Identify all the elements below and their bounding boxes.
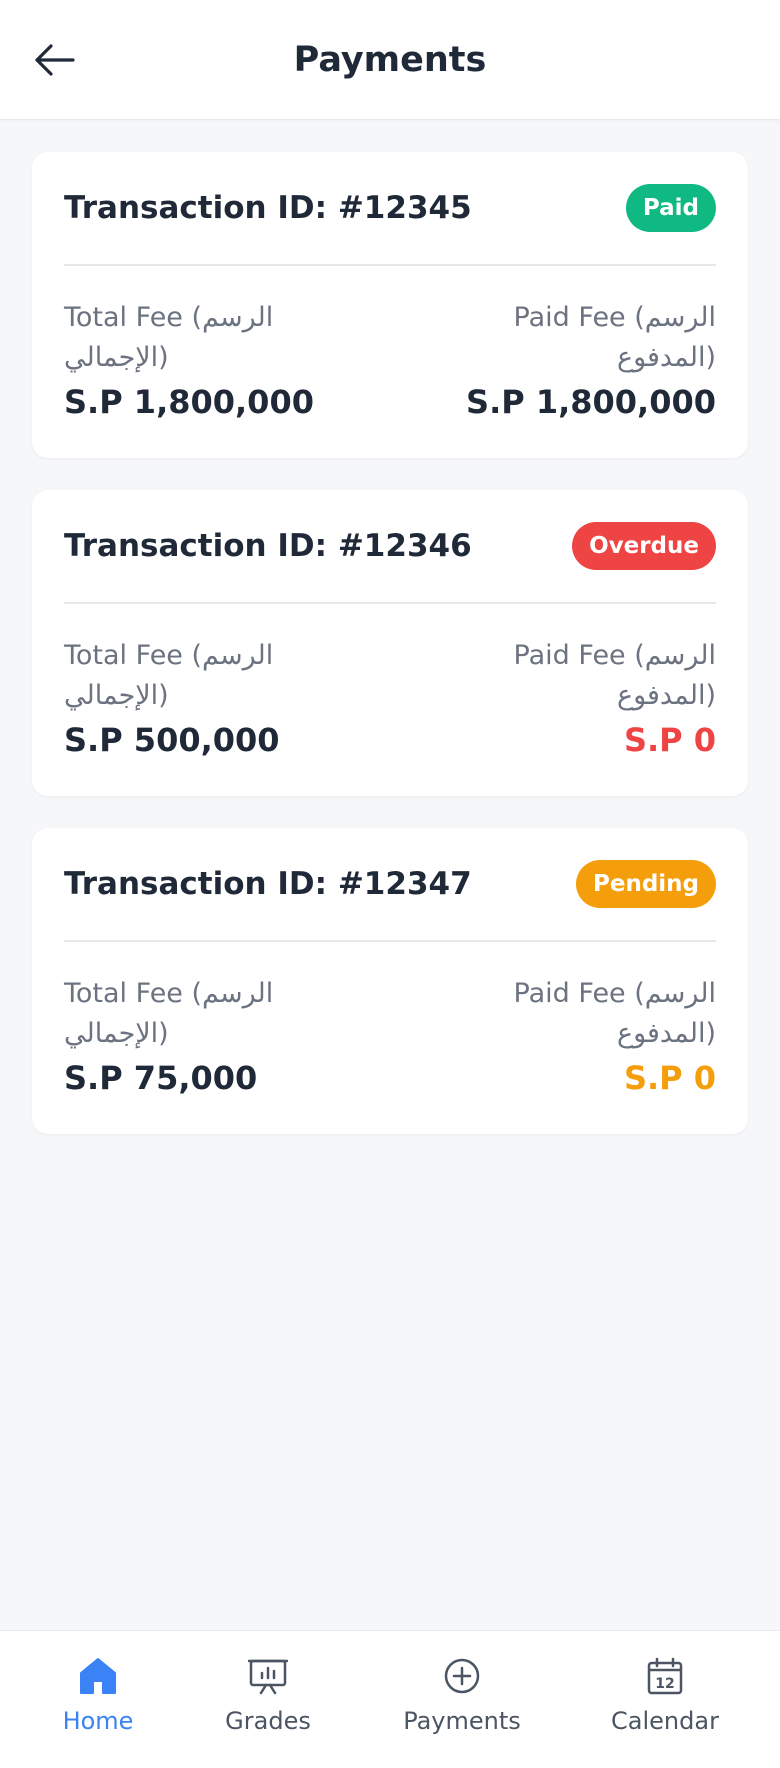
transaction-id: Transaction ID: #12345 — [64, 190, 472, 226]
transaction-card[interactable]: Transaction ID: #12345 Paid Total Fee (ا… — [32, 152, 748, 458]
paid-fee-amount: S.P 1,800,000 — [466, 383, 716, 421]
nav-item-home[interactable]: Home — [56, 1631, 140, 1768]
card-header: Transaction ID: #12345 Paid — [64, 184, 716, 232]
nav-item-payments[interactable]: Payments — [396, 1631, 528, 1768]
paid-fee: Paid Fee (الرسم المدفوع) S.P 0 — [416, 974, 716, 1100]
home-icon — [80, 1658, 116, 1694]
paid-fee-label: Paid Fee (الرسم المدفوع) — [513, 640, 716, 711]
card-header: Transaction ID: #12347 Pending — [64, 860, 716, 908]
paid-fee-label: Paid Fee (الرسم المدفوع) — [513, 302, 716, 373]
card-divider — [64, 602, 716, 604]
paid-fee-label: Paid Fee (الرسم المدفوع) — [513, 978, 716, 1049]
paid-fee-amount: S.P 0 — [623, 1059, 716, 1097]
total-fee: Total Fee (الرسم الإجمالي) S.P 1,800,000 — [64, 298, 364, 424]
paid-fee: Paid Fee (الرسم المدفوع) S.P 0 — [416, 636, 716, 762]
card-divider — [64, 940, 716, 942]
card-header: Transaction ID: #12346 Overdue — [64, 522, 716, 570]
card-divider — [64, 264, 716, 266]
total-fee: Total Fee (الرسم الإجمالي) S.P 75,000 — [64, 974, 364, 1100]
status-badge: Pending — [575, 860, 716, 908]
nav-label-home: Home — [62, 1707, 134, 1735]
nav-label-grades: Grades — [225, 1707, 311, 1735]
transaction-id: Transaction ID: #12347 — [64, 866, 472, 902]
nav-item-grades[interactable]: Grades — [218, 1631, 318, 1768]
nav-item-calendar[interactable]: 12 Calendar — [608, 1631, 722, 1768]
total-fee-label: Total Fee (الرسم الإجمالي) — [64, 978, 274, 1049]
plus-circle-icon — [444, 1658, 480, 1694]
total-fee: Total Fee (الرسم الإجمالي) S.P 500,000 — [64, 636, 364, 762]
paid-fee: Paid Fee (الرسم المدفوع) S.P 1,800,000 — [416, 298, 716, 424]
nav-label-calendar: Calendar — [611, 1707, 719, 1735]
total-fee-label: Total Fee (الرسم الإجمالي) — [64, 302, 274, 373]
total-fee-amount: S.P 500,000 — [64, 721, 280, 759]
calendar-icon: 12 — [647, 1657, 683, 1695]
bottom-nav: Home Grades Payments 12 Calendar — [0, 1630, 780, 1768]
app-header: Payments — [0, 0, 780, 120]
nav-label-payments: Payments — [403, 1707, 521, 1735]
status-badge: Paid — [625, 184, 716, 232]
paid-fee-amount: S.P 0 — [623, 721, 716, 759]
transaction-card[interactable]: Transaction ID: #12346 Overdue Total Fee… — [32, 490, 748, 796]
transaction-list: Transaction ID: #12345 Paid Total Fee (ا… — [32, 152, 748, 1166]
transaction-id: Transaction ID: #12346 — [64, 528, 472, 564]
total-fee-amount: S.P 75,000 — [64, 1059, 258, 1097]
total-fee-amount: S.P 1,800,000 — [64, 383, 314, 421]
presentation-chart-icon — [248, 1659, 288, 1695]
calendar-icon-day: 12 — [655, 1676, 674, 1692]
page-title: Payments — [293, 40, 487, 80]
status-badge: Overdue — [572, 522, 716, 570]
transaction-card[interactable]: Transaction ID: #12347 Pending Total Fee… — [32, 828, 748, 1134]
total-fee-label: Total Fee (الرسم الإجمالي) — [64, 640, 274, 711]
